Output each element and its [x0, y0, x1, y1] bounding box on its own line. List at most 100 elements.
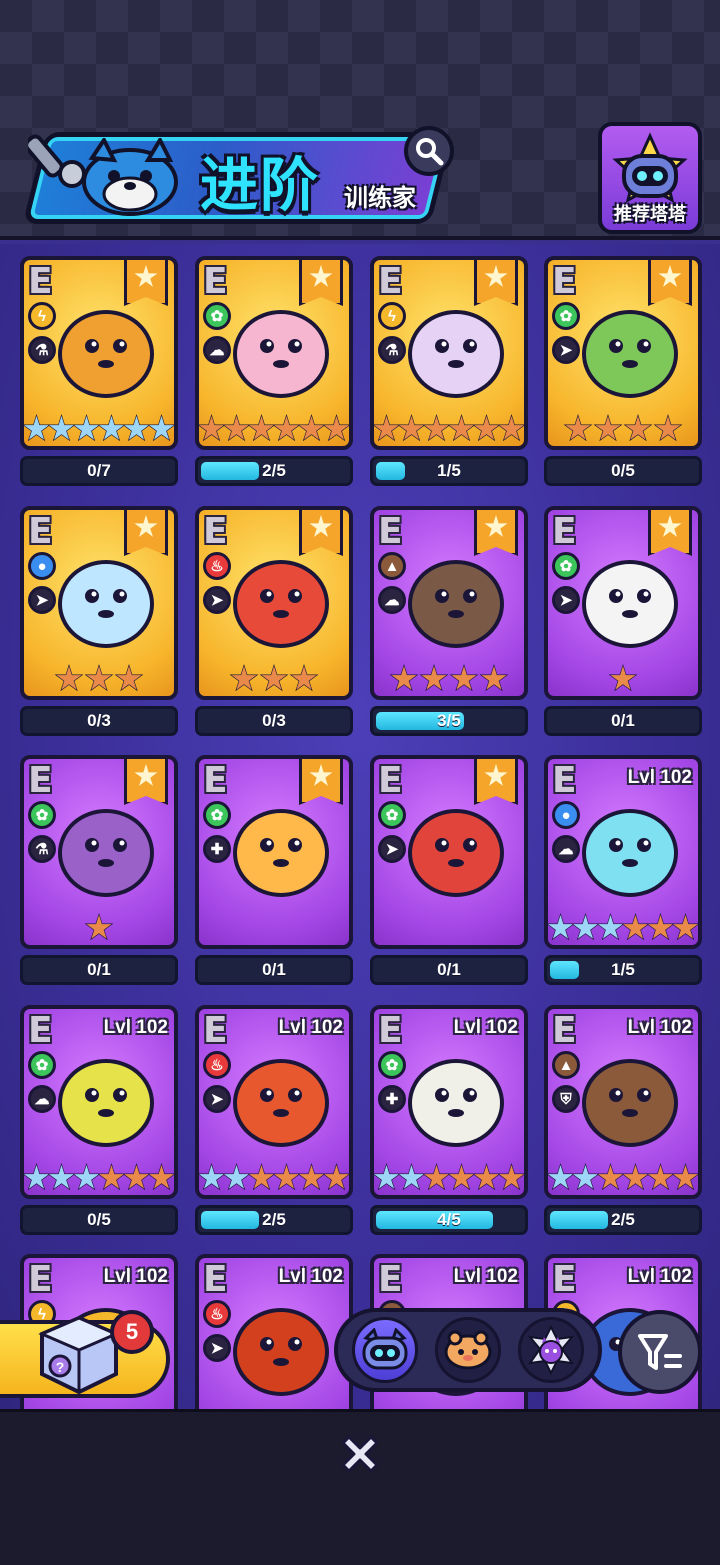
- mystery-box-button[interactable]: ? 5: [0, 1310, 176, 1402]
- star-icon: [374, 1163, 399, 1193]
- character-card[interactable]: E ✿ ➤: [544, 506, 702, 700]
- star-icon: [274, 1163, 299, 1193]
- ghost-role-icon: ☁: [28, 1085, 56, 1113]
- flask-role-icon: ⚗: [378, 336, 406, 364]
- star-rating: [24, 1163, 174, 1193]
- progress-text: 2/5: [611, 1210, 635, 1229]
- bread-creature-icon: [444, 1330, 492, 1370]
- grade-label: E: [203, 1259, 228, 1300]
- star-icon: [484, 764, 508, 786]
- shard-progress-bar: 0/1: [370, 955, 528, 985]
- progress-text: 3/5: [437, 711, 461, 730]
- character-grid: Eϟ ⚗ 0/7 E ✿ ☁ 2/5 Eϟ ⚗ 1/5 E ✿ ➤ 0/5 E ● ➤ 0/3 E ♨ ➤ 0/3 E ▲ ☁ 3…: [0, 244, 720, 1409]
- grade-label: E: [203, 511, 228, 552]
- shard-progress-bar: 0/3: [195, 706, 353, 736]
- star-icon: [149, 1163, 174, 1193]
- purple-cat-icon: [527, 1325, 575, 1375]
- character-card[interactable]: E Lvl 102 ♨ ➤: [195, 1254, 353, 1409]
- star-icon: [99, 1163, 124, 1193]
- shield-role-icon: ⛨: [552, 1085, 580, 1113]
- star-icon: [84, 913, 114, 943]
- star-icon: [299, 414, 324, 444]
- electric-element-icon: ϟ: [28, 302, 56, 330]
- tab-bread-creature[interactable]: [434, 1317, 501, 1383]
- grade-label: E: [552, 760, 577, 801]
- star-icon: [324, 1163, 349, 1193]
- character-card[interactable]: E ▲ ☁: [370, 506, 528, 700]
- progress-text: 0/7: [87, 461, 111, 480]
- grade-label: E: [203, 1010, 228, 1051]
- character-card[interactable]: E ✿ ⚗: [20, 755, 178, 949]
- star-rating: [548, 913, 698, 943]
- star-icon: [259, 664, 289, 694]
- filter-button[interactable]: [618, 1310, 702, 1394]
- star-rating: [374, 664, 524, 694]
- character-card[interactable]: Eϟ ⚗: [370, 256, 528, 450]
- character-card[interactable]: E ✿ ➤: [544, 256, 702, 450]
- water-element-icon: ●: [28, 552, 56, 580]
- search-button[interactable]: [404, 126, 454, 176]
- character-card[interactable]: E ✿ ☁: [195, 256, 353, 450]
- shard-progress-bar: 0/5: [544, 456, 702, 486]
- character-card[interactable]: E ✿ ➤: [370, 755, 528, 949]
- star-icon: [573, 913, 598, 943]
- star-icon: [249, 1163, 274, 1193]
- star-icon: [449, 414, 474, 444]
- title-banner: 进阶 训练家: [14, 122, 454, 230]
- grade-label: E: [28, 760, 53, 801]
- tab-robot-cat[interactable]: [352, 1317, 419, 1383]
- water-element-icon: ●: [552, 801, 580, 829]
- grade-label: E: [378, 261, 403, 302]
- star-icon: [274, 414, 299, 444]
- heal-role-icon: ✚: [203, 835, 231, 863]
- grade-label: E: [552, 1010, 577, 1051]
- grade-label: E: [378, 1259, 403, 1300]
- recommend-label: 推荐塔塔: [614, 204, 686, 225]
- star-icon: [474, 414, 499, 444]
- character-card[interactable]: Eϟ ⚗: [20, 256, 178, 450]
- level-label: Lvl 102: [103, 1266, 168, 1287]
- character-card[interactable]: E ♨ ➤: [195, 506, 353, 700]
- star-rating: [24, 664, 174, 694]
- ghost-role-icon: ☁: [378, 586, 406, 614]
- star-icon: [648, 1163, 673, 1193]
- star-icon: [608, 664, 638, 694]
- character-card[interactable]: E ● ➤: [20, 506, 178, 700]
- ghost-role-icon: ☁: [203, 336, 231, 364]
- character-art: [58, 809, 154, 897]
- star-rating: [24, 414, 174, 444]
- electric-element-icon: ϟ: [378, 302, 406, 330]
- recommend-button[interactable]: 推荐塔塔: [598, 122, 702, 234]
- progress-text: 2/5: [262, 461, 286, 480]
- character-card[interactable]: E Lvl 102 ● ☁: [544, 755, 702, 949]
- earth-element-icon: ▲: [378, 552, 406, 580]
- character-card[interactable]: E Lvl 102 ✿ ☁: [20, 1005, 178, 1199]
- grade-label: E: [203, 261, 228, 302]
- star-icon: [563, 414, 593, 444]
- character-card[interactable]: E ✿ ✚: [195, 755, 353, 949]
- star-icon: [449, 664, 479, 694]
- character-card[interactable]: E Lvl 102 ▲ ⛨: [544, 1005, 702, 1199]
- grass-element-icon: ✿: [28, 801, 56, 829]
- progress-text: 0/1: [87, 960, 111, 979]
- star-icon: [114, 664, 144, 694]
- star-icon: [124, 414, 149, 444]
- star-icon: [309, 764, 333, 786]
- progress-text: 2/5: [262, 1210, 286, 1229]
- tab-purple-cat[interactable]: [517, 1317, 584, 1383]
- star-icon: [324, 414, 349, 444]
- close-button[interactable]: [332, 1426, 388, 1482]
- run-role-icon: ➤: [552, 586, 580, 614]
- shard-progress-bar: 0/1: [195, 955, 353, 985]
- star-icon: [479, 664, 509, 694]
- star-icon: [598, 913, 623, 943]
- star-icon: [389, 664, 419, 694]
- character-card[interactable]: E Lvl 102 ♨ ➤: [195, 1005, 353, 1199]
- star-icon: [49, 414, 74, 444]
- run-role-icon: ➤: [378, 835, 406, 863]
- star-rating: [24, 913, 174, 943]
- star-icon: [623, 414, 653, 444]
- star-icon: [449, 1163, 474, 1193]
- character-card[interactable]: E Lvl 102 ✿ ✚: [370, 1005, 528, 1199]
- star-icon: [424, 1163, 449, 1193]
